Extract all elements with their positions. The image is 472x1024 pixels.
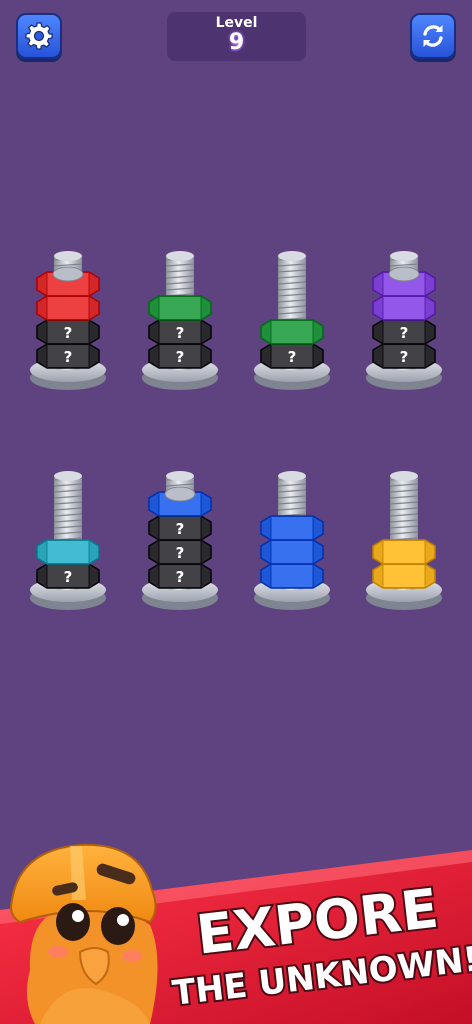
hidden-nut: ? [148, 343, 212, 369]
yellow-nut [372, 563, 436, 589]
green-nut [148, 295, 212, 321]
hidden-nut: ? [372, 319, 436, 345]
blue-nut [260, 515, 324, 541]
hidden-mark: ? [288, 348, 297, 366]
red-nut [36, 295, 100, 321]
hidden-mark: ? [176, 544, 185, 562]
blue-nut [260, 539, 324, 565]
promo-banner: EXPORE THE UNKNOWN! [0, 843, 472, 1024]
bolt-3[interactable]: ? [254, 251, 330, 390]
bolt-cap [164, 486, 196, 502]
purple-nut [372, 295, 436, 321]
yellow-nut [372, 539, 436, 565]
hidden-nut: ? [260, 343, 324, 369]
bolt-cap [388, 266, 420, 282]
hidden-mark: ? [400, 348, 409, 366]
hidden-mark: ? [400, 324, 409, 342]
hidden-nut: ? [148, 319, 212, 345]
bolt-6[interactable]: ??? [142, 471, 218, 610]
hidden-mark: ? [64, 568, 73, 586]
bolt-1[interactable]: ?? [30, 251, 106, 390]
hidden-nut: ? [148, 539, 212, 565]
bolt-cap [52, 266, 84, 282]
hidden-nut: ? [36, 319, 100, 345]
hidden-mark: ? [176, 324, 185, 342]
green-nut [260, 319, 324, 345]
hidden-mark: ? [176, 568, 185, 586]
hidden-mark: ? [176, 348, 185, 366]
bolt-5[interactable]: ? [30, 471, 106, 610]
bolt-7[interactable] [254, 471, 330, 610]
hidden-nut: ? [148, 563, 212, 589]
hidden-nut: ? [36, 563, 100, 589]
blue-nut [260, 563, 324, 589]
hidden-mark: ? [176, 520, 185, 538]
bolt-4[interactable]: ?? [366, 251, 442, 390]
bolt-board: ??????????? [30, 251, 442, 610]
bolt-2[interactable]: ?? [142, 251, 218, 390]
hidden-nut: ? [148, 515, 212, 541]
bolt-8[interactable] [366, 471, 442, 610]
hidden-nut: ? [372, 343, 436, 369]
hidden-mark: ? [64, 348, 73, 366]
cyan-nut [36, 539, 100, 565]
hidden-nut: ? [36, 343, 100, 369]
hidden-mark: ? [64, 324, 73, 342]
